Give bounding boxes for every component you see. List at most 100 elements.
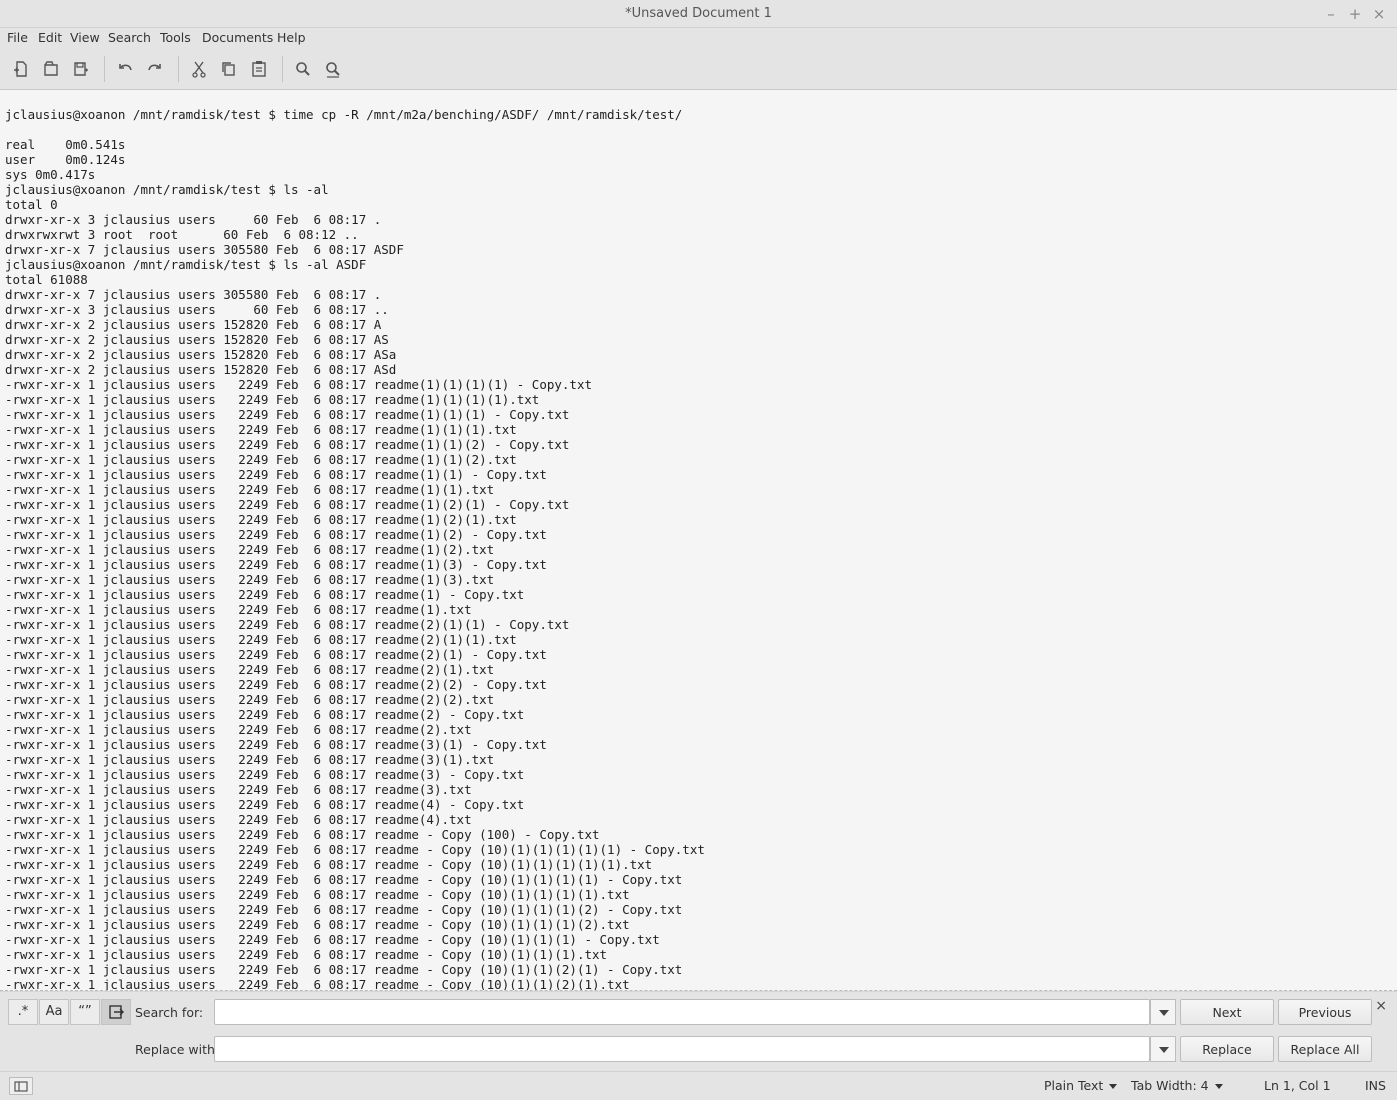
editor-line[interactable]: sys 0m0.417s [5,167,705,182]
menu-documents[interactable]: Documents [202,30,273,45]
editor-line[interactable]: -rwxr-xr-x 1 jclausius users 2249 Feb 6 … [5,707,705,722]
previous-button[interactable]: Previous [1278,999,1372,1025]
copy-icon[interactable] [216,56,242,82]
editor-line[interactable]: -rwxr-xr-x 1 jclausius users 2249 Feb 6 … [5,617,705,632]
minimize-icon[interactable]: – [1321,4,1341,24]
editor-line[interactable]: -rwxr-xr-x 1 jclausius users 2249 Feb 6 … [5,737,705,752]
editor-line[interactable]: -rwxr-xr-x 1 jclausius users 2249 Feb 6 … [5,557,705,572]
editor-line[interactable]: drwxr-xr-x 2 jclausius users 152820 Feb … [5,347,705,362]
side-panel-toggle[interactable] [9,1077,33,1095]
editor-line[interactable]: -rwxr-xr-x 1 jclausius users 2249 Feb 6 … [5,677,705,692]
editor-line[interactable]: -rwxr-xr-x 1 jclausius users 2249 Feb 6 … [5,662,705,677]
new-document-icon[interactable] [8,56,34,82]
replace-button[interactable]: Replace [1180,1036,1274,1062]
menu-file[interactable]: File [7,30,28,45]
menu-tools[interactable]: Tools [160,30,191,45]
editor-line[interactable]: -rwxr-xr-x 1 jclausius users 2249 Feb 6 … [5,497,705,512]
editor-line[interactable]: drwxr-xr-x 7 jclausius users 305580 Feb … [5,242,705,257]
editor-line[interactable]: -rwxr-xr-x 1 jclausius users 2249 Feb 6 … [5,482,705,497]
editor-line[interactable]: total 61088 [5,272,705,287]
close-window-icon[interactable]: × [1369,4,1389,24]
editor-line[interactable]: -rwxr-xr-x 1 jclausius users 2249 Feb 6 … [5,767,705,782]
editor-line[interactable]: -rwxr-xr-x 1 jclausius users 2249 Feb 6 … [5,377,705,392]
editor-line[interactable]: jclausius@xoanon /mnt/ramdisk/test $ ls … [5,257,705,272]
editor-line[interactable]: -rwxr-xr-x 1 jclausius users 2249 Feb 6 … [5,437,705,452]
editor-line[interactable]: -rwxr-xr-x 1 jclausius users 2249 Feb 6 … [5,812,705,827]
editor-line[interactable]: -rwxr-xr-x 1 jclausius users 2249 Feb 6 … [5,752,705,767]
editor-line[interactable]: -rwxr-xr-x 1 jclausius users 2249 Feb 6 … [5,842,705,857]
editor-line[interactable]: -rwxr-xr-x 1 jclausius users 2249 Feb 6 … [5,422,705,437]
editor-line[interactable]: jclausius@xoanon /mnt/ramdisk/test $ ls … [5,182,705,197]
editor-line[interactable]: jclausius@xoanon /mnt/ramdisk/test $ tim… [5,107,705,122]
text-editor[interactable]: jclausius@xoanon /mnt/ramdisk/test $ tim… [0,90,1397,991]
syntax-mode-dropdown[interactable]: Plain Text [1044,1078,1118,1093]
save-icon[interactable] [68,56,94,82]
editor-line[interactable]: -rwxr-xr-x 1 jclausius users 2249 Feb 6 … [5,947,705,962]
editor-line[interactable]: real 0m0.541s [5,137,705,152]
editor-line[interactable]: drwxr-xr-x 7 jclausius users 305580 Feb … [5,287,705,302]
find-icon[interactable] [290,56,316,82]
editor-line[interactable]: -rwxr-xr-x 1 jclausius users 2249 Feb 6 … [5,587,705,602]
editor-line[interactable]: -rwxr-xr-x 1 jclausius users 2249 Feb 6 … [5,407,705,422]
editor-line[interactable]: drwxr-xr-x 2 jclausius users 152820 Feb … [5,332,705,347]
menu-help[interactable]: Help [277,30,306,45]
match-case-toggle[interactable]: Aa [39,999,69,1025]
redo-icon[interactable] [142,56,168,82]
editor-line[interactable]: drwxrwxrwt 3 root root 60 Feb 6 08:12 .. [5,227,705,242]
editor-line[interactable]: drwxr-xr-x 3 jclausius users 60 Feb 6 08… [5,302,705,317]
editor-line[interactable]: -rwxr-xr-x 1 jclausius users 2249 Feb 6 … [5,542,705,557]
editor-line[interactable]: -rwxr-xr-x 1 jclausius users 2249 Feb 6 … [5,902,705,917]
editor-line[interactable]: -rwxr-xr-x 1 jclausius users 2249 Feb 6 … [5,722,705,737]
find-replace-icon[interactable] [320,56,346,82]
menu-view[interactable]: View [70,30,100,45]
next-button[interactable]: Next [1180,999,1274,1025]
regex-toggle[interactable]: .* [8,999,38,1025]
replace-with-label: Replace with: [135,1042,220,1057]
editor-line[interactable]: -rwxr-xr-x 1 jclausius users 2249 Feb 6 … [5,572,705,587]
editor-line[interactable]: total 0 [5,197,705,212]
editor-line[interactable]: -rwxr-xr-x 1 jclausius users 2249 Feb 6 … [5,917,705,932]
editor-line[interactable]: -rwxr-xr-x 1 jclausius users 2249 Feb 6 … [5,692,705,707]
editor-line[interactable] [5,122,705,137]
editor-line[interactable]: -rwxr-xr-x 1 jclausius users 2249 Feb 6 … [5,827,705,842]
editor-line[interactable]: -rwxr-xr-x 1 jclausius users 2249 Feb 6 … [5,452,705,467]
whole-word-toggle[interactable]: “” [70,999,100,1025]
editor-line[interactable]: -rwxr-xr-x 1 jclausius users 2249 Feb 6 … [5,962,705,977]
editor-line[interactable]: user 0m0.124s [5,152,705,167]
menu-edit[interactable]: Edit [38,30,62,45]
tab-width-label: Tab Width: 4 [1131,1078,1209,1093]
replace-input[interactable] [214,1036,1150,1062]
cut-icon[interactable] [186,56,212,82]
menu-search[interactable]: Search [108,30,151,45]
editor-content[interactable]: jclausius@xoanon /mnt/ramdisk/test $ tim… [5,107,705,990]
editor-line[interactable]: -rwxr-xr-x 1 jclausius users 2249 Feb 6 … [5,632,705,647]
editor-line[interactable]: -rwxr-xr-x 1 jclausius users 2249 Feb 6 … [5,887,705,902]
undo-icon[interactable] [112,56,138,82]
wrap-around-toggle[interactable] [101,999,131,1025]
tab-width-dropdown[interactable]: Tab Width: 4 [1131,1078,1223,1093]
chevron-down-icon [1109,1084,1118,1089]
paste-icon[interactable] [246,56,272,82]
replace-history-dropdown[interactable] [1150,1036,1176,1062]
maximize-icon[interactable]: + [1345,4,1365,24]
editor-line[interactable]: -rwxr-xr-x 1 jclausius users 2249 Feb 6 … [5,602,705,617]
editor-line[interactable]: drwxr-xr-x 2 jclausius users 152820 Feb … [5,317,705,332]
editor-line[interactable]: -rwxr-xr-x 1 jclausius users 2249 Feb 6 … [5,392,705,407]
search-history-dropdown[interactable] [1150,999,1176,1025]
search-input[interactable] [214,999,1150,1025]
editor-line[interactable]: -rwxr-xr-x 1 jclausius users 2249 Feb 6 … [5,872,705,887]
editor-line[interactable]: -rwxr-xr-x 1 jclausius users 2249 Feb 6 … [5,647,705,662]
close-search-icon[interactable]: × [1375,998,1387,1014]
editor-line[interactable]: -rwxr-xr-x 1 jclausius users 2249 Feb 6 … [5,527,705,542]
editor-line[interactable]: drwxr-xr-x 2 jclausius users 152820 Feb … [5,362,705,377]
editor-line[interactable]: -rwxr-xr-x 1 jclausius users 2249 Feb 6 … [5,512,705,527]
editor-line[interactable]: -rwxr-xr-x 1 jclausius users 2249 Feb 6 … [5,797,705,812]
replace-all-button[interactable]: Replace All [1278,1036,1372,1062]
editor-line[interactable]: -rwxr-xr-x 1 jclausius users 2249 Feb 6 … [5,857,705,872]
editor-line[interactable]: -rwxr-xr-x 1 jclausius users 2249 Feb 6 … [5,977,705,990]
editor-line[interactable]: drwxr-xr-x 3 jclausius users 60 Feb 6 08… [5,212,705,227]
open-icon[interactable] [38,56,64,82]
editor-line[interactable]: -rwxr-xr-x 1 jclausius users 2249 Feb 6 … [5,782,705,797]
editor-line[interactable]: -rwxr-xr-x 1 jclausius users 2249 Feb 6 … [5,932,705,947]
editor-line[interactable]: -rwxr-xr-x 1 jclausius users 2249 Feb 6 … [5,467,705,482]
